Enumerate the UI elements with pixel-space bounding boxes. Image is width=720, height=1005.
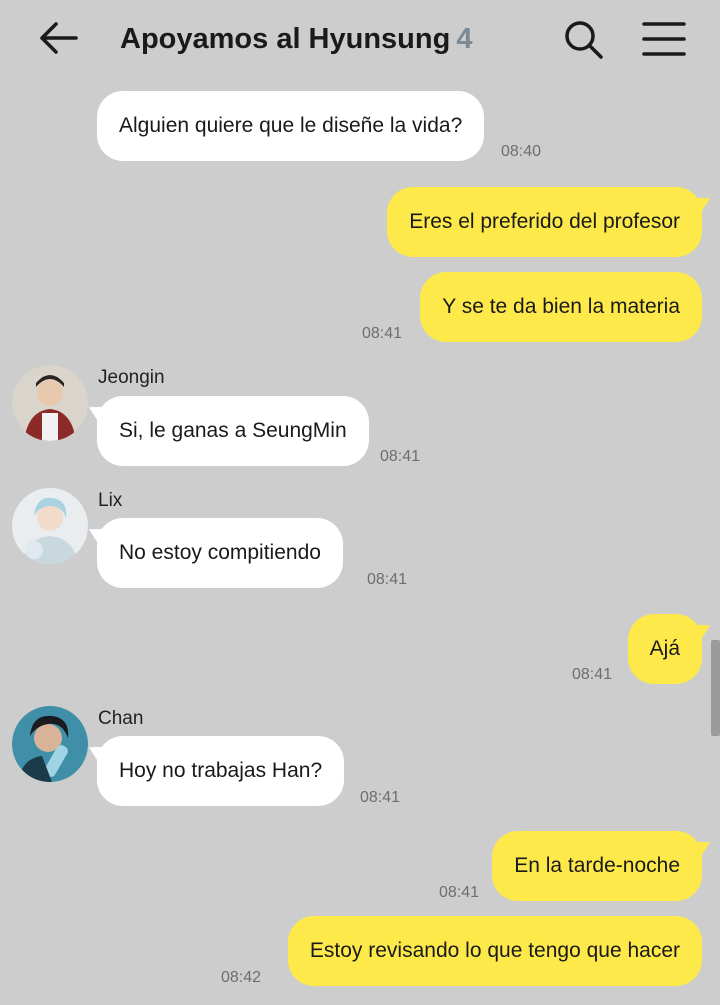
message-time: 08:41 — [360, 789, 401, 806]
arrow-left-icon — [40, 22, 78, 54]
message-bubble-outgoing[interactable]: Eres el preferido del profesor — [387, 187, 702, 257]
sender-name: Lix — [98, 490, 123, 511]
member-count: 4 — [456, 23, 473, 55]
message-bubble-outgoing[interactable]: Estoy revisando lo que tengo que hacer — [287, 916, 702, 986]
hamburger-menu-icon — [642, 22, 686, 56]
message-time: 08:40 — [501, 143, 542, 160]
message-time: 08:41 — [572, 666, 613, 683]
message-time: 08:41 — [439, 884, 480, 901]
message-time: 08:41 — [380, 448, 421, 465]
scrollbar[interactable] — [711, 640, 720, 736]
avatar-chan[interactable] — [12, 706, 88, 782]
search-button[interactable] — [562, 18, 606, 60]
search-icon — [565, 21, 603, 59]
message-bubble-incoming[interactable]: Si, le ganas a SeungMin — [97, 396, 369, 466]
menu-button[interactable] — [640, 20, 688, 58]
chat-title-text: Apoyamos al Hyunsung — [120, 23, 451, 55]
back-button[interactable] — [36, 20, 80, 56]
sender-name: Chan — [98, 708, 144, 729]
message-bubble-incoming[interactable]: Alguien quiere que le diseñe la vida? — [97, 91, 485, 161]
message-bubble-outgoing[interactable]: En la tarde-noche — [492, 831, 702, 901]
message-bubble-incoming[interactable]: Hoy no trabajas Han? — [97, 736, 345, 806]
message-time: 08:41 — [367, 571, 408, 588]
avatar-jeongin[interactable] — [12, 365, 88, 441]
message-bubble-outgoing[interactable]: Ajá — [627, 614, 702, 684]
avatar-lix[interactable] — [12, 488, 88, 564]
chat-title: Apoyamos al Hyunsung 4 — [120, 20, 472, 58]
message-bubble-outgoing[interactable]: Y se te da bien la materia — [420, 272, 702, 342]
message-time: 08:42 — [221, 969, 262, 986]
message-time: 08:41 — [362, 325, 403, 342]
message-bubble-incoming[interactable]: No estoy compitiendo — [97, 518, 343, 588]
chat-header: Apoyamos al Hyunsung 4 — [0, 0, 720, 78]
sender-name: Jeongin — [98, 367, 165, 388]
